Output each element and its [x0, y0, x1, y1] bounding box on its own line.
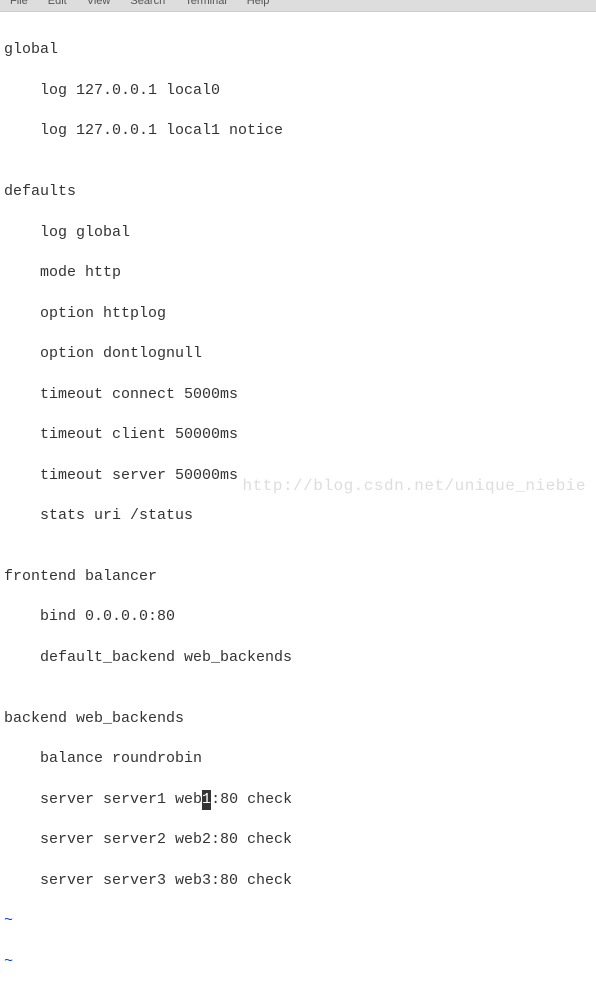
- config-line: default_backend web_backends: [4, 648, 592, 668]
- config-line: option dontlognull: [4, 344, 592, 364]
- menu-terminal[interactable]: Terminal: [183, 0, 229, 5]
- line-pre: server server1 web: [4, 791, 202, 808]
- config-line: server server2 web2:80 check: [4, 830, 592, 850]
- menubar: File Edit View Search Terminal Help: [0, 0, 596, 12]
- config-line: backend web_backends: [4, 709, 592, 729]
- config-line: balance roundrobin: [4, 749, 592, 769]
- menu-file[interactable]: File: [8, 0, 30, 5]
- config-line: log 127.0.0.1 local1 notice: [4, 121, 592, 141]
- editor-area[interactable]: global log 127.0.0.1 local0 log 127.0.0.…: [0, 12, 596, 1000]
- menu-view[interactable]: View: [85, 0, 113, 5]
- menu-search[interactable]: Search: [128, 0, 167, 5]
- config-line: log global: [4, 223, 592, 243]
- config-line: timeout connect 5000ms: [4, 385, 592, 405]
- tilde-line: ~: [4, 952, 592, 972]
- config-line: log 127.0.0.1 local0: [4, 81, 592, 101]
- line-post: :80 check: [211, 791, 292, 808]
- tilde-line: ~: [4, 911, 592, 931]
- menu-edit[interactable]: Edit: [46, 0, 69, 5]
- config-line: global: [4, 40, 592, 60]
- config-line: frontend balancer: [4, 567, 592, 587]
- config-line-cursor: server server1 web1:80 check: [4, 790, 592, 810]
- config-line: server server3 web3:80 check: [4, 871, 592, 891]
- config-line: timeout server 50000ms: [4, 466, 592, 486]
- config-line: timeout client 50000ms: [4, 425, 592, 445]
- cursor: 1: [202, 790, 211, 810]
- config-line: stats uri /status: [4, 506, 592, 526]
- config-line: mode http: [4, 263, 592, 283]
- config-line: bind 0.0.0.0:80: [4, 607, 592, 627]
- config-line: defaults: [4, 182, 592, 202]
- menu-help[interactable]: Help: [245, 0, 272, 5]
- config-line: option httplog: [4, 304, 592, 324]
